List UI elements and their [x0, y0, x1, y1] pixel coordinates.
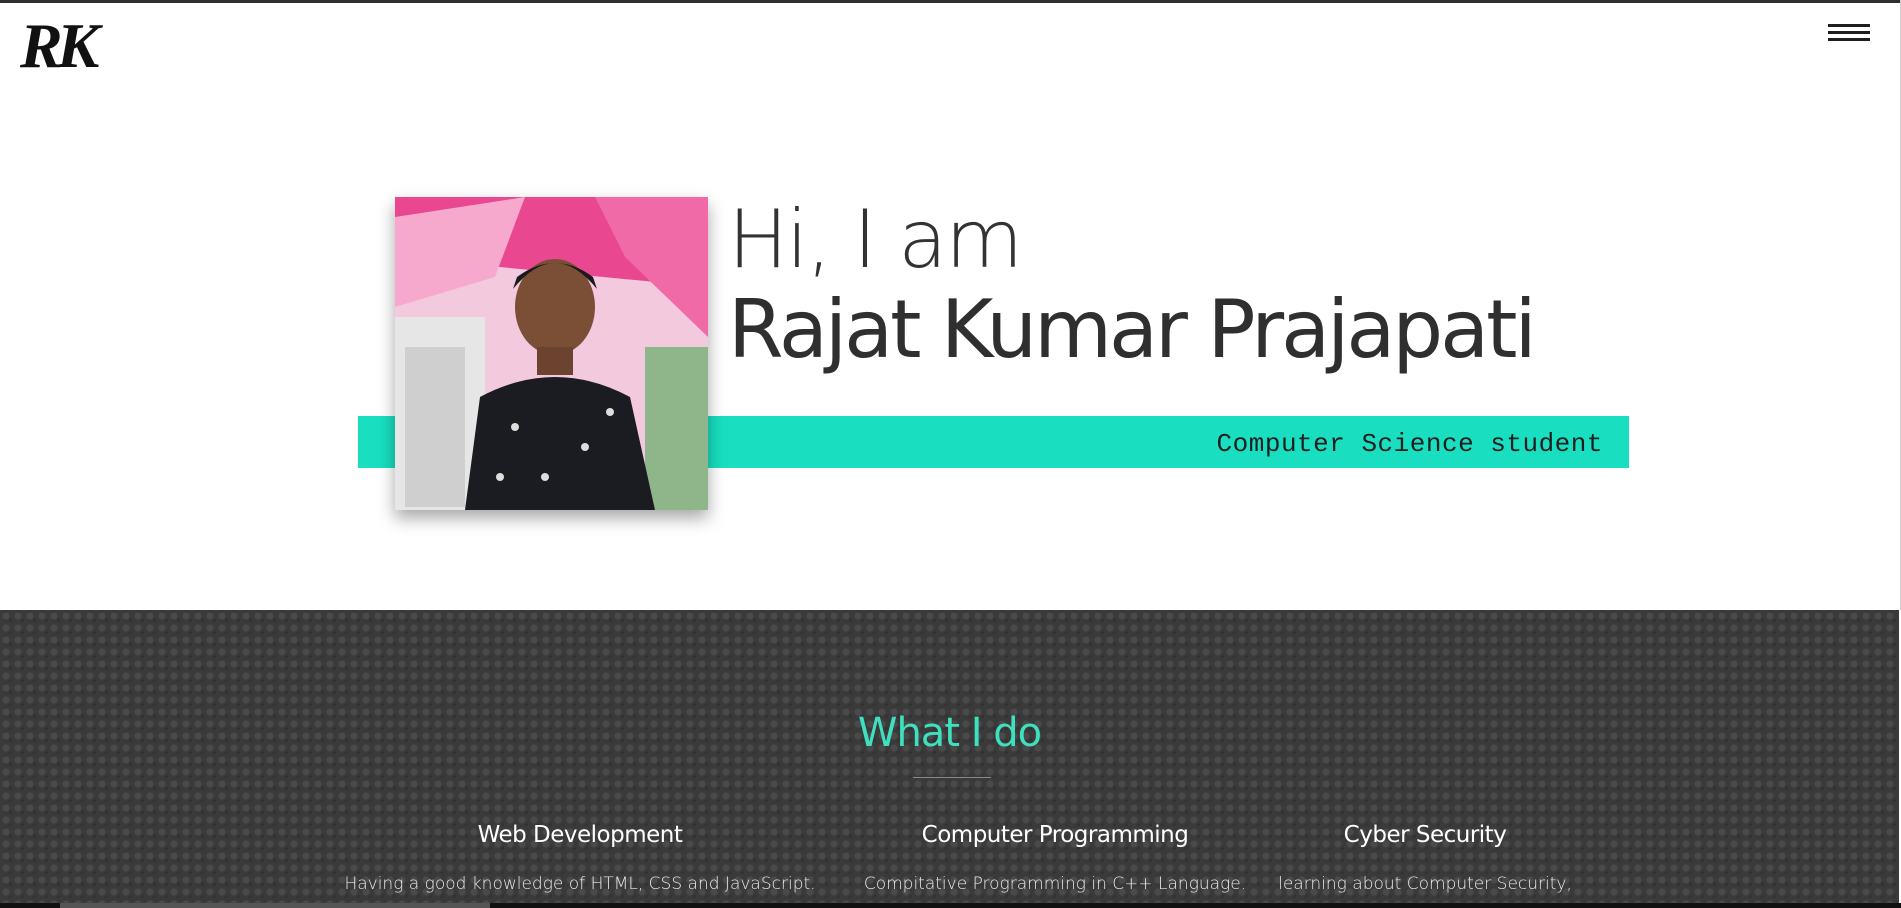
service-desc-web: Having a good knowledge of HTML, CSS and… — [344, 874, 816, 894]
site-logo[interactable]: RK — [20, 14, 99, 78]
what-i-do-section: What I do Web Development Having a good … — [0, 610, 1899, 908]
top-border — [0, 0, 1901, 3]
horizontal-scrollbar[interactable] — [0, 903, 1901, 908]
profile-photo-illustration — [395, 197, 708, 510]
service-desc-security: learning about Computer Security, — [1278, 874, 1572, 894]
profile-photo — [395, 197, 708, 510]
service-title-security: Cyber Security — [1343, 822, 1507, 848]
service-title-web: Web Development — [477, 822, 683, 848]
hero-greeting: Hi, I am — [728, 193, 1023, 286]
title-divider — [913, 777, 991, 778]
service-title-programming: Computer Programming — [921, 822, 1189, 848]
hero-name: Rajat Kumar Prajapati — [728, 283, 1537, 376]
scrollbar-thumb[interactable] — [60, 903, 490, 908]
hamburger-icon-line — [1828, 31, 1870, 34]
hamburger-icon-line — [1828, 24, 1870, 27]
tagline: Computer Science student — [1216, 429, 1603, 459]
section-title: What I do — [857, 710, 1042, 756]
hamburger-icon-line — [1828, 38, 1870, 41]
hamburger-menu-button[interactable] — [1828, 24, 1870, 46]
